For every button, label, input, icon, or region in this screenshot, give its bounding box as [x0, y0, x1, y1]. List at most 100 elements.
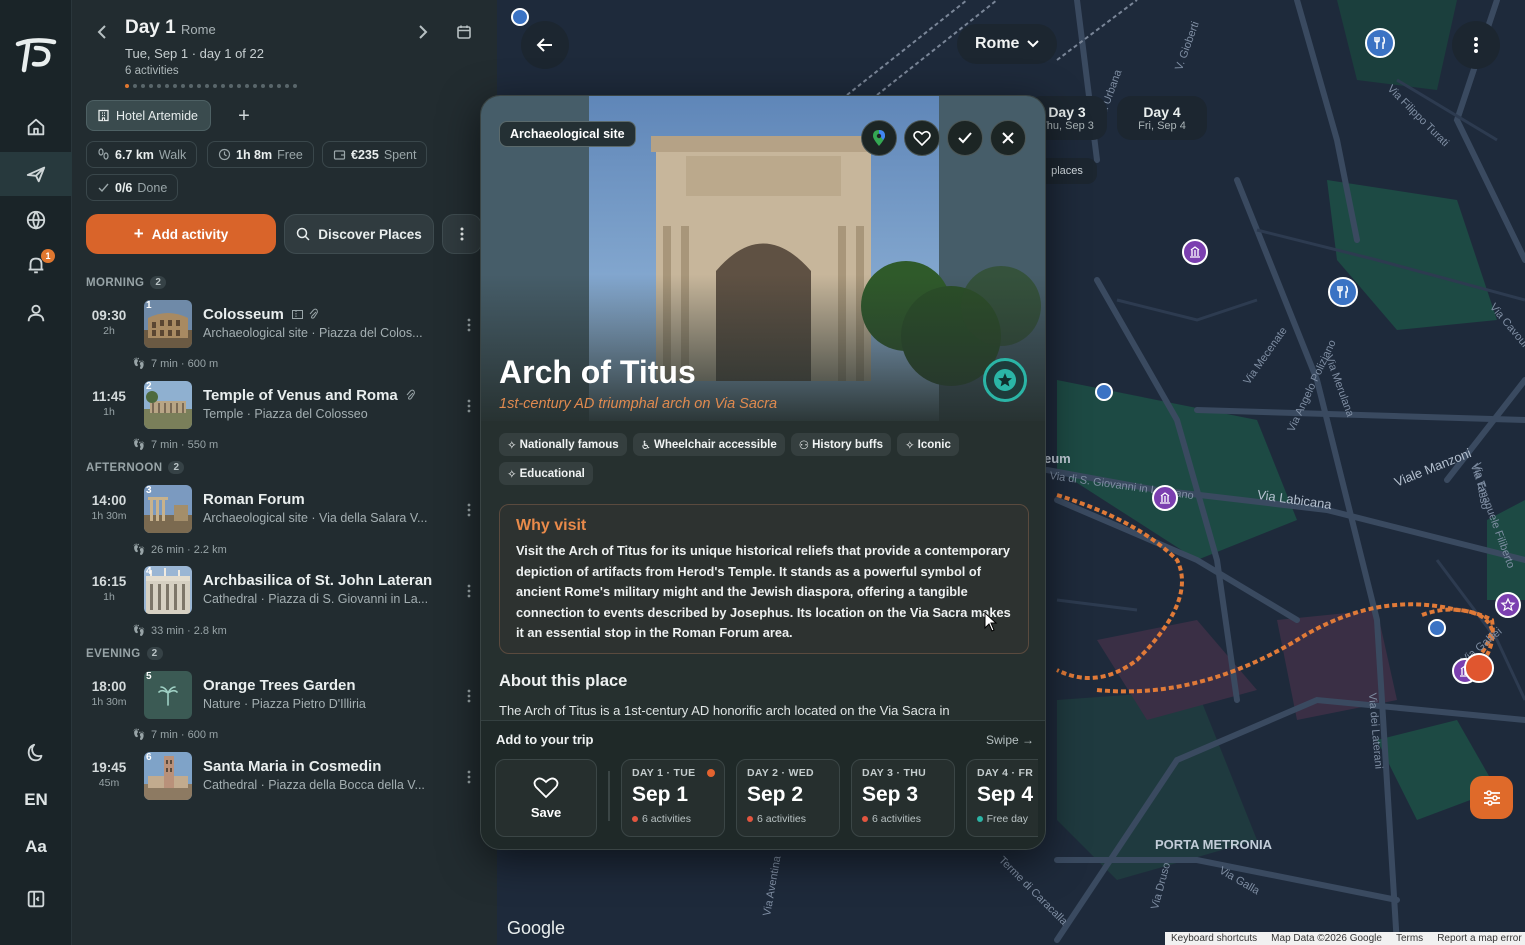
day-card[interactable]: DAY 1 · TUE Sep 1 6 activities: [621, 759, 725, 837]
app-logo-icon[interactable]: [14, 34, 58, 74]
day-date: Tue, Sep 1 · day 1 of 22: [125, 46, 264, 61]
back-button[interactable]: [521, 21, 569, 69]
google-logo: Google: [507, 918, 566, 938]
language-toggle[interactable]: EN: [0, 778, 72, 822]
more-options-button[interactable]: [442, 214, 482, 254]
trips-plane-icon[interactable]: [0, 152, 72, 196]
day-activities-count: 6 activities: [125, 65, 179, 77]
activity-number: 5: [146, 671, 152, 682]
collapse-sidebar-icon[interactable]: [0, 877, 72, 921]
travel-leg: 👣︎ 7 min · 600 m: [132, 357, 219, 371]
activity-time: 11:45: [92, 389, 126, 404]
notifications-bell-icon[interactable]: 1: [0, 243, 72, 287]
sliders-icon: [1483, 789, 1500, 806]
activity-menu-icon[interactable]: [462, 397, 476, 415]
activity-name: Orange Trees Garden: [203, 677, 356, 694]
activity-item[interactable]: 18:00 1h 30m 5 Orange Trees Garden Natur…: [72, 671, 497, 723]
city-selector[interactable]: Rome: [957, 24, 1058, 64]
map-day-pill-4[interactable]: Day 4 Fri, Sep 4: [1117, 96, 1207, 140]
activity-name: Roman Forum: [203, 491, 305, 508]
tag-chip: ✧ Nationally famous: [499, 433, 627, 456]
tag-chip: ✧ Educational: [499, 462, 593, 485]
next-day-chevron-icon[interactable]: [411, 20, 435, 44]
activity-time: 16:15: [91, 574, 127, 589]
add-to-trip-bar: Add to your trip Swipe → Save DAY 1 · TU…: [481, 720, 1045, 849]
activity-name: Archbasilica of St. John Lateran: [203, 572, 433, 589]
walk-icon: 👣︎: [132, 729, 146, 741]
activity-item[interactable]: 09:30 2h 1 Colosseum Archaeological site…: [72, 300, 497, 352]
prev-day-chevron-icon[interactable]: [90, 20, 114, 44]
terms-link[interactable]: Terms: [1396, 933, 1423, 944]
hotel-label: Hotel Artemide: [116, 108, 198, 123]
activity-time: 14:00: [91, 493, 127, 508]
activity-item[interactable]: 14:00 1h 30m 3 Roman Forum Archaeologica…: [72, 485, 497, 537]
category-chip: Archaeological site: [499, 121, 636, 147]
favorite-button[interactable]: [904, 120, 940, 156]
add-to-trip-title: Add to your trip: [496, 732, 594, 747]
dark-mode-moon-icon[interactable]: [0, 731, 72, 775]
restaurant-pin[interactable]: [1328, 277, 1358, 307]
places-filter-chip[interactable]: places: [1037, 158, 1097, 184]
day-card[interactable]: DAY 4 · FR Sep 4 Free day: [966, 759, 1038, 837]
day-title: Day 1: [125, 17, 176, 38]
check-icon: [958, 132, 972, 144]
profile-icon[interactable]: [0, 291, 72, 335]
map-more-button[interactable]: [1452, 21, 1500, 69]
kebab-menu-icon: [460, 227, 464, 241]
activity-menu-icon[interactable]: [462, 582, 476, 600]
place-detail-modal: Archaeological site Arch of Titus 1st-ce…: [480, 95, 1046, 850]
close-button[interactable]: [990, 120, 1026, 156]
font-size-toggle[interactable]: Aa: [0, 825, 72, 869]
calendar-icon[interactable]: [452, 20, 476, 44]
featured-star-badge: [983, 358, 1027, 402]
day-card[interactable]: DAY 3 · THU Sep 3 6 activities: [851, 759, 955, 837]
activity-item[interactable]: 11:45 1h 2 Temple of Venus and Roma Temp…: [72, 381, 497, 433]
activity-meta: Cathedral · Piazza di S. Giovanni in La.…: [203, 592, 429, 606]
day-card[interactable]: DAY 2 · WED Sep 2 6 activities: [736, 759, 840, 837]
day-pager-dots[interactable]: [125, 84, 297, 88]
walk-icon: 👣︎: [132, 544, 146, 556]
activity-number: 2: [146, 381, 152, 392]
save-button[interactable]: Save: [495, 759, 597, 837]
location-dot[interactable]: [511, 8, 529, 26]
attraction-pin[interactable]: [1182, 239, 1208, 265]
activity-item[interactable]: 16:15 1h 4 Archbasilica of St. John Late…: [72, 566, 497, 618]
activity-route-pin[interactable]: [1464, 653, 1494, 683]
location-dot[interactable]: [1428, 619, 1446, 637]
mark-visited-button[interactable]: [947, 120, 983, 156]
discover-places-button[interactable]: Discover Places: [284, 214, 434, 254]
activity-menu-icon[interactable]: [462, 768, 476, 786]
restaurant-pin[interactable]: [1365, 28, 1395, 58]
keyboard-shortcuts-link[interactable]: Keyboard shortcuts: [1171, 933, 1257, 944]
star-pin[interactable]: [1495, 592, 1521, 618]
add-hotel-plus-icon[interactable]: +: [232, 104, 256, 128]
icon-rail: 1 EN Aa: [0, 0, 72, 945]
map-place-label: eum: [1044, 451, 1071, 466]
show-on-map-button[interactable]: [861, 120, 897, 156]
clock-icon: [218, 148, 231, 161]
home-icon[interactable]: [0, 105, 72, 149]
close-icon: [1002, 132, 1014, 144]
wallet-icon: [333, 150, 346, 160]
activity-menu-icon[interactable]: [462, 501, 476, 519]
tag-chip: ✧ Iconic: [896, 433, 959, 456]
section-evening: EVENING 2: [86, 647, 163, 660]
activity-number: 4: [146, 566, 152, 577]
sparkle-icon: ✧: [507, 468, 517, 481]
activity-time: 09:30: [91, 308, 127, 323]
add-activity-button[interactable]: + Add activity: [86, 214, 276, 254]
globe-icon[interactable]: [0, 198, 72, 242]
hotel-chip[interactable]: Hotel Artemide: [86, 100, 211, 131]
activity-menu-icon[interactable]: [462, 316, 476, 334]
palm-tree-icon: [158, 686, 178, 706]
search-icon: [296, 227, 310, 241]
location-dot[interactable]: [1095, 383, 1113, 401]
done-stat: 0/6 Done: [86, 174, 179, 201]
notification-count-badge: 1: [41, 249, 55, 263]
report-error-link[interactable]: Report a map error: [1437, 933, 1521, 944]
activity-item[interactable]: 19:45 45m 6 Santa Maria in Cosmedin Cath…: [72, 752, 497, 804]
activity-menu-icon[interactable]: [462, 687, 476, 705]
attraction-pin[interactable]: [1152, 485, 1178, 511]
map-filters-button[interactable]: [1470, 776, 1513, 819]
chevron-down-icon: [1027, 40, 1040, 48]
